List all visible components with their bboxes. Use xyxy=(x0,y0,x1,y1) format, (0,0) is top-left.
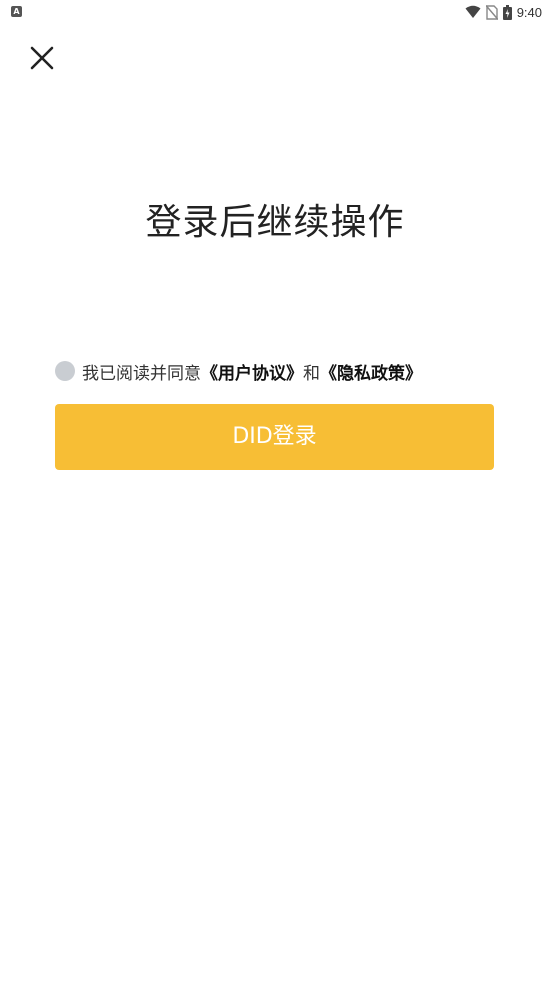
status-time: 9:40 xyxy=(516,4,542,20)
no-sim-icon xyxy=(485,4,498,20)
status-bar-right: 9:40 xyxy=(465,3,542,21)
battery-icon xyxy=(502,4,512,20)
agreement-row: 我已阅读并同意 《用户协议》 和 《隐私政策》 xyxy=(55,359,422,384)
close-icon xyxy=(30,46,54,70)
agreement-prefix: 我已阅读并同意 xyxy=(82,363,201,384)
app-notification-icon: A xyxy=(11,6,22,17)
agreement-conjunction: 和 xyxy=(303,363,320,384)
wifi-icon xyxy=(465,5,481,18)
close-button[interactable] xyxy=(28,44,56,72)
privacy-policy-link[interactable]: 《隐私政策》 xyxy=(320,359,422,384)
page-title: 登录后继续操作 xyxy=(145,202,405,243)
did-login-button[interactable]: DID登录 xyxy=(55,404,494,470)
status-bar: A 9:40 xyxy=(0,0,550,24)
agree-checkbox[interactable] xyxy=(55,361,75,381)
user-agreement-link[interactable]: 《用户协议》 xyxy=(201,359,303,384)
